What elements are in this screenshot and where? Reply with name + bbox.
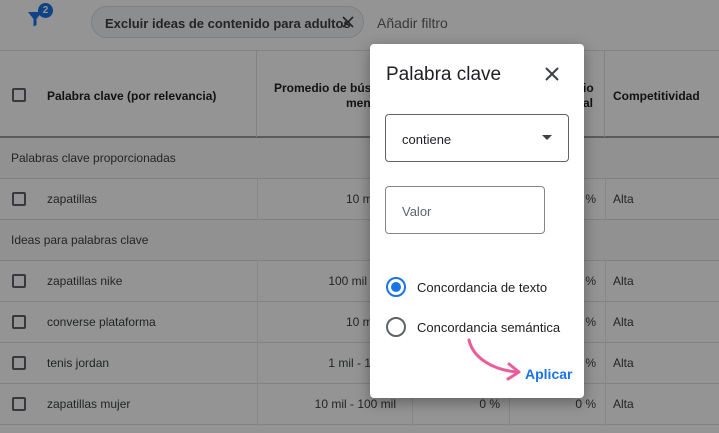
radio-text-match[interactable] — [386, 277, 406, 297]
dialog-title: Palabra clave — [386, 64, 502, 85]
value-input[interactable]: Valor — [385, 186, 545, 234]
radio-semantic-match-label[interactable]: Concordancia semántica — [417, 320, 560, 335]
modal-scrim[interactable] — [0, 0, 719, 433]
radio-text-match-label[interactable]: Concordancia de texto — [417, 280, 547, 295]
close-icon[interactable] — [544, 66, 560, 82]
dropdown-arrow-icon — [542, 135, 552, 140]
radio-semantic-match[interactable] — [386, 317, 406, 337]
annotation-arrow-icon — [467, 338, 521, 381]
value-placeholder: Valor — [402, 204, 432, 219]
apply-button[interactable]: Aplicar — [525, 366, 572, 382]
match-type-select[interactable]: contiene — [385, 114, 569, 162]
select-value: contiene — [402, 132, 452, 147]
